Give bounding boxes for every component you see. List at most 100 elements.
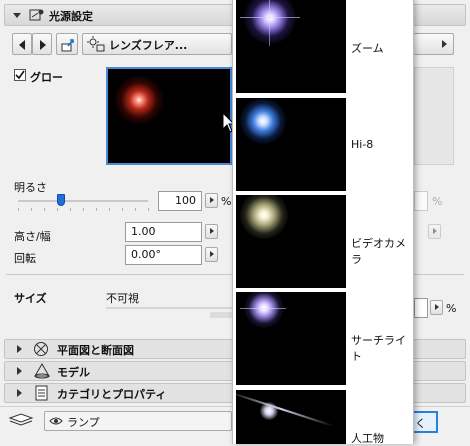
size-slider-ghost xyxy=(210,312,232,318)
height-width-menu-button[interactable] xyxy=(205,224,218,239)
zoom-thumbnail xyxy=(236,0,346,93)
searchlight-ray xyxy=(240,308,286,309)
transfer-icon xyxy=(61,39,74,52)
expand-triangle-icon[interactable] xyxy=(17,345,22,353)
popup-item-hi8[interactable]: Hi-8 xyxy=(233,96,413,191)
previous-button[interactable] xyxy=(12,33,32,55)
light-settings-icon xyxy=(29,7,45,23)
arrow-right-icon xyxy=(210,197,214,203)
glow-checkbox[interactable] xyxy=(14,69,26,81)
slider-tick xyxy=(148,208,149,211)
height-width-label: 高さ/幅 xyxy=(14,230,51,243)
popup-item-label: ズーム xyxy=(351,42,384,55)
rotation-label: 回転 xyxy=(14,252,36,265)
size-slider-track[interactable] xyxy=(106,307,232,309)
divider-right xyxy=(414,274,464,275)
slider-tick xyxy=(135,208,136,211)
expand-triangle-icon[interactable] xyxy=(17,389,22,397)
document-icon xyxy=(35,385,48,401)
collapse-triangle-icon[interactable] xyxy=(13,13,21,18)
slider-tick xyxy=(109,208,110,211)
plan-section-icon xyxy=(34,342,48,356)
brightness-right-field xyxy=(414,191,428,211)
size-unit: % xyxy=(446,302,457,315)
videocamera-thumbnail xyxy=(236,195,346,288)
artifact-thumbnail xyxy=(236,390,346,444)
brightness-right-unit: % xyxy=(432,195,443,208)
transfer-settings-button[interactable] xyxy=(56,33,78,55)
brightness-input[interactable]: 100 xyxy=(158,191,202,211)
section-title: 光源設定 xyxy=(49,10,93,23)
zoom-flare-ray-vertical xyxy=(269,0,270,46)
size-menu-button[interactable] xyxy=(430,300,443,315)
effect-label: レンズフレア... xyxy=(109,39,188,52)
arrow-right-icon xyxy=(40,40,46,50)
searchlight-thumbnail xyxy=(236,292,346,385)
slider-tick xyxy=(83,208,84,211)
effect-selector-button[interactable]: レンズフレア... xyxy=(82,33,232,55)
slider-tick xyxy=(31,208,32,211)
dropdown-arrow-icon xyxy=(442,40,447,48)
slider-tick xyxy=(44,208,45,211)
slider-tick xyxy=(122,208,123,211)
plan-section-label: 平面図と断面図 xyxy=(57,344,134,357)
preview-glow-light xyxy=(114,75,164,125)
popup-item-zoom[interactable]: ズーム xyxy=(233,0,413,95)
hi8-thumbnail xyxy=(236,98,346,191)
artifact-streak xyxy=(236,391,334,427)
checkmark-icon xyxy=(15,70,25,80)
searchlight-glow xyxy=(244,292,284,328)
model-section-label: モデル xyxy=(57,366,90,379)
brightness-slider-track[interactable] xyxy=(18,200,148,202)
next-button[interactable] xyxy=(32,33,52,55)
artifact-glow xyxy=(260,402,278,420)
slider-tick xyxy=(70,208,71,211)
arrow-right-icon xyxy=(433,228,437,234)
arrow-right-icon xyxy=(210,251,214,257)
height-width-right-button xyxy=(428,224,441,239)
layer-selector[interactable]: ランプ xyxy=(44,411,232,431)
brightness-label: 明るさ xyxy=(14,181,47,194)
category-section-label: カテゴリとプロパティ xyxy=(57,388,167,401)
popup-item-artifact[interactable]: 人工物 xyxy=(233,388,413,445)
brightness-slider-ticks xyxy=(18,208,149,212)
glow-preview[interactable] xyxy=(106,67,232,165)
size-right-field[interactable] xyxy=(414,298,428,318)
arrow-right-icon xyxy=(435,304,439,310)
slider-tick xyxy=(18,208,19,211)
brightness-unit: % xyxy=(221,195,232,208)
brightness-slider-thumb[interactable] xyxy=(56,194,65,206)
slider-tick xyxy=(57,208,58,211)
popup-item-label: Hi-8 xyxy=(351,138,374,151)
height-width-input[interactable]: 1.00 xyxy=(125,222,202,242)
rotation-input[interactable]: 0.00° xyxy=(125,245,202,265)
rotation-menu-button[interactable] xyxy=(205,247,218,262)
arrow-right-icon xyxy=(210,228,214,234)
popup-item-label: サーチライト xyxy=(351,334,406,363)
preview-right-panel xyxy=(414,67,454,165)
slider-tick xyxy=(96,208,97,211)
arrow-left-icon xyxy=(19,40,25,50)
zoom-glow xyxy=(244,0,296,44)
cancel-label: く xyxy=(415,417,426,430)
effect-selector-right[interactable] xyxy=(414,33,454,55)
popup-item-videocamera[interactable]: ビデオカメラ xyxy=(233,193,413,288)
hi8-glow xyxy=(240,98,286,144)
model-section-icon xyxy=(34,363,50,379)
popup-item-label: ビデオカメラ xyxy=(351,237,406,266)
size-value-label: 不可視 xyxy=(106,292,139,305)
divider xyxy=(6,274,232,275)
effect-popup-menu[interactable]: ズーム Hi-8 ビデオカメラ サーチライト 人工物 xyxy=(232,0,414,445)
glow-label: グロー xyxy=(30,71,63,84)
layer-label: ランプ xyxy=(67,416,100,429)
size-label: サイズ xyxy=(14,292,47,305)
lens-flare-icon xyxy=(87,36,105,52)
brightness-menu-button[interactable] xyxy=(205,193,218,208)
eye-icon xyxy=(49,417,63,425)
cancel-button[interactable]: く xyxy=(414,411,438,433)
layers-icon xyxy=(8,413,34,426)
videocamera-glow xyxy=(240,195,288,239)
zoom-flare-ray xyxy=(240,17,300,18)
expand-triangle-icon[interactable] xyxy=(17,367,22,375)
popup-item-searchlight[interactable]: サーチライト xyxy=(233,290,413,385)
